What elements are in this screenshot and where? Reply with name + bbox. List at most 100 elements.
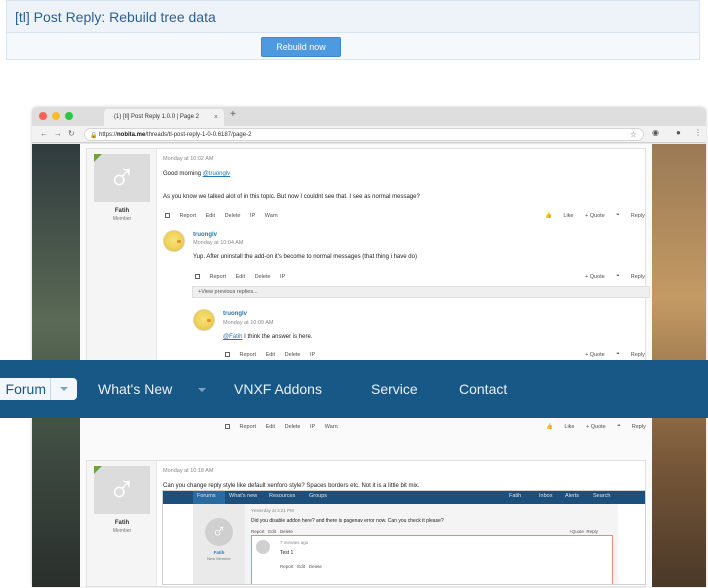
tab-close-icon[interactable]: × xyxy=(214,109,218,126)
truonglv-avatar[interactable] xyxy=(193,309,215,331)
warn-link[interactable]: Warn xyxy=(325,424,338,430)
chevron-down-icon xyxy=(60,387,68,391)
rebuild-now-button[interactable]: Rebuild now xyxy=(261,37,341,57)
report-link[interactable]: Report xyxy=(180,213,197,219)
post-right-actions: 👍 Like + Quote ❝ Reply xyxy=(535,213,645,219)
embedded-delete: Delete xyxy=(279,529,293,534)
embedded-nav-item: Forums xyxy=(197,493,216,499)
report-link[interactable]: Report xyxy=(240,424,257,430)
chevron-down-icon[interactable] xyxy=(198,388,206,392)
edit-link[interactable]: Edit xyxy=(266,352,275,358)
reply-author[interactable]: truonglv xyxy=(223,311,247,317)
browser-menu-icon[interactable]: ⋮ xyxy=(694,128,702,137)
edit-link[interactable]: Edit xyxy=(236,274,245,280)
maximize-window-icon[interactable] xyxy=(65,112,73,120)
minimize-window-icon[interactable] xyxy=(52,112,60,120)
nav-forum-dropdown[interactable] xyxy=(50,378,77,400)
select-checkbox[interactable] xyxy=(195,274,200,279)
reply-date[interactable]: Monday at 10:04 AM xyxy=(193,240,243,246)
reply-label: Reply xyxy=(631,424,646,430)
browser-tab[interactable]: (1) [tl] Post Reply 1.0.0 | Page 2 × xyxy=(104,109,224,126)
post-user-column: ♂ Fatih Member xyxy=(87,149,157,361)
ip-link[interactable]: IP xyxy=(310,424,315,430)
edit-link[interactable]: Edit xyxy=(266,424,275,430)
embedded-screenshot: Forums What's new Resources Groups Fatih… xyxy=(162,490,646,585)
embedded-actions: Report Edit Delete xyxy=(251,529,293,534)
ip-link[interactable]: IP xyxy=(250,213,255,219)
embedded-nav-alerts: Alerts xyxy=(565,493,580,499)
select-checkbox[interactable] xyxy=(225,352,230,357)
browser-tab-title: (1) [tl] Post Reply 1.0.0 | Page 2 xyxy=(114,114,199,120)
report-link[interactable]: Report xyxy=(240,352,257,358)
reply-text-line: @Fatih I think the answer is here. xyxy=(223,334,312,340)
reload-icon[interactable]: ↻ xyxy=(68,129,75,138)
mention-link[interactable]: @truonglv xyxy=(203,171,230,177)
like-button[interactable]: 👍 Like xyxy=(545,213,573,219)
admin-rebuild-panel: [tl] Post Reply: Rebuild tree data Rebui… xyxy=(6,0,700,60)
embedded-nav-item: Resources xyxy=(269,493,296,499)
mention-link[interactable]: @Fatih xyxy=(223,334,242,340)
post-user-column: ♂ Fatih Member xyxy=(87,461,157,586)
address-bar[interactable]: 🔒 https://nobita.me/threads/tl-post-repl… xyxy=(84,128,644,141)
ip-link[interactable]: IP xyxy=(310,352,315,358)
bookmark-star-icon[interactable]: ☆ xyxy=(630,129,637,140)
nav-contact[interactable]: Contact xyxy=(459,380,507,398)
quote-button[interactable]: + Quote xyxy=(586,424,606,430)
view-previous-replies[interactable]: +View previous replies... xyxy=(192,286,650,298)
profile-avatar-icon[interactable]: ● xyxy=(676,128,681,137)
avatar[interactable]: ♂ xyxy=(94,154,150,202)
embedded-reply-text: Test 1 xyxy=(280,550,294,556)
embedded-date: Yesterday at 3:21 PM xyxy=(251,508,294,513)
nav-vnxf-addons[interactable]: VNXF Addons xyxy=(234,380,322,398)
post-author-role: Member xyxy=(112,216,132,222)
post-date[interactable]: Monday at 10:02 AM xyxy=(163,156,213,162)
close-window-icon[interactable] xyxy=(39,112,47,120)
reply-button[interactable]: ❝ Reply xyxy=(616,352,645,358)
select-checkbox[interactable] xyxy=(225,424,230,429)
post-author[interactable]: Fatih xyxy=(87,208,157,214)
quote-button[interactable]: + Quote xyxy=(585,274,605,280)
post-author[interactable]: Fatih xyxy=(87,520,157,526)
warn-link[interactable]: Warn xyxy=(265,213,278,219)
nav-whats-new[interactable]: What's New xyxy=(98,380,172,398)
reply-right-actions: + Quote ❝ Reply xyxy=(575,352,645,358)
reply-author[interactable]: truonglv xyxy=(193,232,217,238)
delete-link[interactable]: Delete xyxy=(285,352,301,358)
select-checkbox[interactable] xyxy=(165,213,170,218)
truonglv-avatar[interactable] xyxy=(163,230,185,252)
embedded-nav-item: Groups xyxy=(309,493,328,499)
nav-forum-tab[interactable]: Forum xyxy=(0,378,77,400)
embedded-post-area: ♂ Fatih New Member Yesterday at 3:21 PM … xyxy=(193,504,618,584)
reply-label: Reply xyxy=(630,213,645,219)
url-path: /threads/tl-post-reply-1-0-0.6187/page-2 xyxy=(145,132,252,138)
quote-button[interactable]: + Quote xyxy=(585,213,605,219)
forward-arrow-icon[interactable]: → xyxy=(54,129,62,138)
post-date[interactable]: Monday at 10:18 AM xyxy=(163,468,213,474)
avatar[interactable]: ♂ xyxy=(94,466,150,514)
like-button[interactable]: 👍 Like xyxy=(546,424,574,430)
delete-link[interactable]: Delete xyxy=(285,424,301,430)
new-tab-icon[interactable]: + xyxy=(230,109,236,120)
report-link[interactable]: Report xyxy=(210,274,227,280)
ip-link[interactable]: IP xyxy=(280,274,285,280)
embedded-avatar: ♂ xyxy=(205,518,233,546)
delete-link[interactable]: Delete xyxy=(225,213,241,219)
reply-button[interactable]: ❝ Reply xyxy=(616,274,645,280)
reply-actions: Report Edit Delete IP xyxy=(225,352,323,358)
url-host: nobita.me xyxy=(117,132,146,138)
reply-date[interactable]: Monday at 10:09 AM xyxy=(223,320,273,326)
nav-service[interactable]: Service xyxy=(371,380,418,398)
delete-link[interactable]: Delete xyxy=(255,274,271,280)
embedded-right-actions: +Quote Reply xyxy=(569,529,598,534)
embedded-reply: Reply xyxy=(586,529,598,534)
reply-button[interactable]: ❝ Reply xyxy=(616,213,645,219)
reply-button[interactable]: ❝ Reply xyxy=(617,424,646,430)
post-actions: Report Edit Delete IP Warn xyxy=(165,213,286,219)
post-author-role: Member xyxy=(112,528,132,534)
admin-panel-footer: Rebuild now xyxy=(7,33,699,59)
extension-icon[interactable]: ◉ xyxy=(652,128,659,137)
male-symbol-icon: ♂ xyxy=(107,469,137,511)
quote-button[interactable]: + Quote xyxy=(585,352,605,358)
edit-link[interactable]: Edit xyxy=(206,213,215,219)
back-arrow-icon[interactable]: ← xyxy=(40,129,48,138)
